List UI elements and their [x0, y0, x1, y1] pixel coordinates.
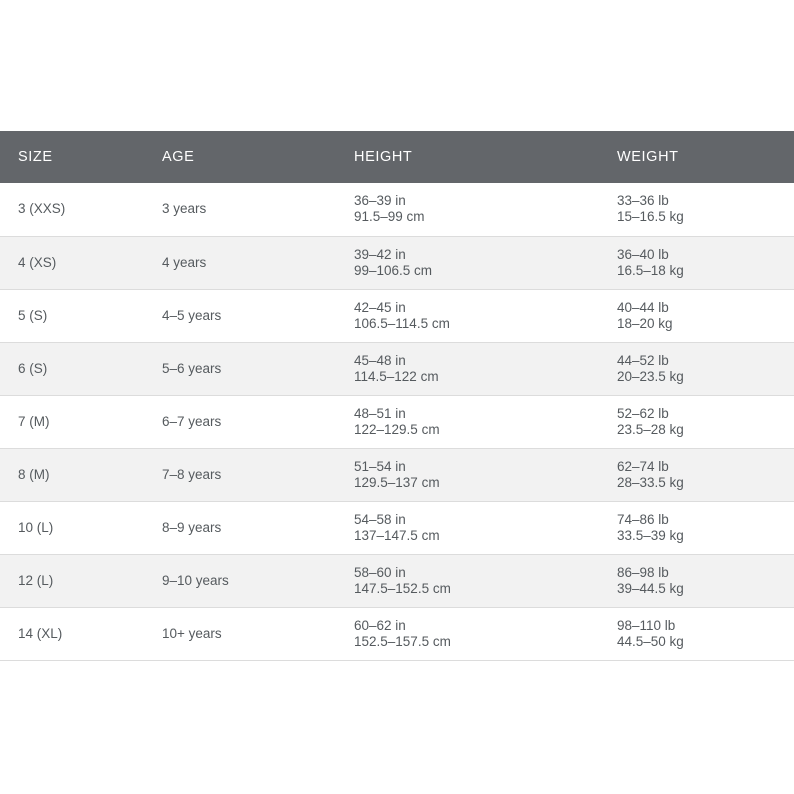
table-header: SIZE AGE HEIGHT WEIGHT [0, 131, 794, 183]
size-cell: 7 (M) [18, 413, 50, 429]
height-in: 48–51 in [354, 405, 406, 421]
weight-cell: 86–98 lb 39–44.5 kg [617, 554, 794, 607]
height-cm: 137–147.5 cm [354, 527, 440, 543]
height-cm: 99–106.5 cm [354, 262, 433, 278]
height-cell: 48–51 in 122–129.5 cm [354, 395, 617, 448]
header-height: HEIGHT [354, 149, 413, 165]
size-cell: 10 (L) [18, 519, 54, 535]
height-cell: 36–39 in 91.5–99 cm [354, 183, 617, 236]
size-cell: 14 (XL) [18, 625, 63, 641]
weight-cell: 36–40 lb 16.5–18 kg [617, 236, 794, 289]
age-cell: 9–10 years [162, 572, 229, 588]
weight-lb: 62–74 lb [617, 458, 669, 474]
header-row: SIZE AGE HEIGHT WEIGHT [0, 131, 794, 183]
weight-kg: 18–20 kg [617, 315, 673, 331]
weight-cell: 74–86 lb 33.5–39 kg [617, 501, 794, 554]
table-row: 12 (L) 9–10 years 58–60 in 147.5–152.5 cm 86… [0, 554, 794, 607]
header-weight: WEIGHT [617, 149, 679, 165]
table-row: 5 (S) 4–5 years 42–45 in 106.5–114.5 cm 40–4… [0, 289, 794, 342]
table-row: 3 (XXS) 3 years 36–39 in 91.5–99 cm 33–36 lb… [0, 183, 794, 236]
height-cm: 106.5–114.5 cm [354, 315, 450, 331]
weight-kg: 20–23.5 kg [617, 368, 684, 384]
weight-kg: 16.5–18 kg [617, 262, 684, 278]
size-chart-table: SIZE AGE HEIGHT WEIGHT 3 (XXS) 3 years 36–… [0, 131, 794, 661]
height-cell: 51–54 in 129.5–137 cm [354, 448, 617, 501]
weight-lb: 52–62 lb [617, 405, 669, 421]
weight-kg: 23.5–28 kg [617, 421, 684, 437]
size-cell: 4 (XS) [18, 254, 57, 270]
weight-lb: 44–52 lb [617, 352, 669, 368]
header-size: SIZE [18, 149, 53, 165]
weight-lb: 36–40 lb [617, 246, 669, 262]
table-row: 8 (M) 7–8 years 51–54 in 129.5–137 cm 62–74 … [0, 448, 794, 501]
height-cell: 42–45 in 106.5–114.5 cm [354, 289, 617, 342]
weight-lb: 33–36 lb [617, 193, 669, 209]
height-in: 39–42 in [354, 246, 406, 262]
weight-lb: 98–110 lb [617, 617, 676, 633]
weight-lb: 40–44 lb [617, 299, 669, 315]
size-cell: 5 (S) [18, 307, 48, 323]
weight-cell: 33–36 lb 15–16.5 kg [617, 183, 794, 236]
height-in: 51–54 in [354, 458, 406, 474]
weight-cell: 52–62 lb 23.5–28 kg [617, 395, 794, 448]
weight-kg: 39–44.5 kg [617, 580, 684, 596]
height-cm: 147.5–152.5 cm [354, 580, 451, 596]
height-cell: 45–48 in 114.5–122 cm [354, 342, 617, 395]
height-in: 45–48 in [354, 352, 406, 368]
age-cell: 4 years [162, 254, 207, 270]
height-cell: 60–62 in 152.5–157.5 cm [354, 607, 617, 660]
height-cm: 129.5–137 cm [354, 474, 440, 490]
header-age: AGE [162, 149, 195, 165]
weight-cell: 40–44 lb 18–20 kg [617, 289, 794, 342]
size-cell: 6 (S) [18, 360, 48, 376]
table-row: 6 (S) 5–6 years 45–48 in 114.5–122 cm 44–52 … [0, 342, 794, 395]
height-in: 54–58 in [354, 511, 406, 527]
table-row: 10 (L) 8–9 years 54–58 in 137–147.5 cm 74–86… [0, 501, 794, 554]
size-cell: 8 (M) [18, 466, 50, 482]
table-row: 4 (XS) 4 years 39–42 in 99–106.5 cm 36–40 lb… [0, 236, 794, 289]
weight-kg: 33.5–39 kg [617, 527, 684, 543]
age-cell: 3 years [162, 201, 207, 217]
table-row: 7 (M) 6–7 years 48–51 in 122–129.5 cm 52–62 … [0, 395, 794, 448]
table-body: 3 (XXS) 3 years 36–39 in 91.5–99 cm 33–36 lb… [0, 183, 794, 660]
height-cell: 54–58 in 137–147.5 cm [354, 501, 617, 554]
age-cell: 7–8 years [162, 466, 222, 482]
height-cm: 122–129.5 cm [354, 421, 440, 437]
height-cell: 39–42 in 99–106.5 cm [354, 236, 617, 289]
table-row: 14 (XL) 10+ years 60–62 in 152.5–157.5 cm 98… [0, 607, 794, 660]
height-cm: 152.5–157.5 cm [354, 633, 451, 649]
age-cell: 10+ years [162, 625, 222, 641]
weight-kg: 28–33.5 kg [617, 474, 684, 490]
age-cell: 8–9 years [162, 519, 222, 535]
weight-kg: 15–16.5 kg [617, 209, 684, 225]
height-cell: 58–60 in 147.5–152.5 cm [354, 554, 617, 607]
height-in: 58–60 in [354, 564, 406, 580]
size-cell: 3 (XXS) [18, 201, 66, 217]
age-cell: 6–7 years [162, 413, 222, 429]
size-cell: 12 (L) [18, 572, 54, 588]
weight-cell: 98–110 lb 44.5–50 kg [617, 607, 794, 660]
weight-kg: 44.5–50 kg [617, 633, 684, 649]
height-cm: 91.5–99 cm [354, 209, 425, 225]
weight-cell: 62–74 lb 28–33.5 kg [617, 448, 794, 501]
height-in: 42–45 in [354, 299, 406, 315]
age-cell: 4–5 years [162, 307, 222, 323]
height-cm: 114.5–122 cm [354, 368, 439, 384]
weight-lb: 86–98 lb [617, 564, 669, 580]
height-in: 60–62 in [354, 617, 406, 633]
age-cell: 5–6 years [162, 360, 222, 376]
weight-cell: 44–52 lb 20–23.5 kg [617, 342, 794, 395]
weight-lb: 74–86 lb [617, 511, 669, 527]
height-in: 36–39 in [354, 193, 406, 209]
